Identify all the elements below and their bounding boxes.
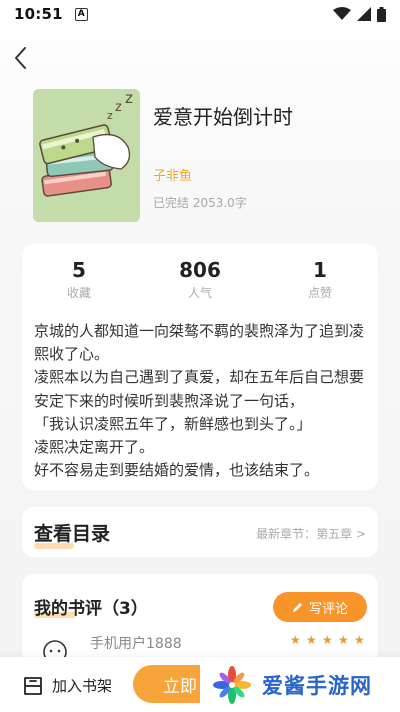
- star-icon: ★: [306, 633, 317, 647]
- bookshelf-icon: [24, 676, 42, 695]
- write-review-button[interactable]: 写评论: [273, 592, 367, 622]
- star-icon: ★: [354, 633, 365, 647]
- read-now-label: 立即: [163, 676, 197, 697]
- stat-popularity-value: 806: [179, 258, 221, 282]
- review-rating: ★ ★ ★ ★ ★: [290, 634, 366, 646]
- book-author[interactable]: 子非鱼: [153, 165, 192, 184]
- svg-text:z: z: [125, 89, 133, 107]
- star-icon: ★: [290, 633, 301, 647]
- status-bar: 10:51 A: [0, 0, 400, 28]
- stat-likes-label: 点赞: [307, 286, 332, 300]
- star-icon: ★: [338, 633, 349, 647]
- book-title: 爱意开始倒计时: [153, 105, 293, 129]
- back-button[interactable]: [10, 44, 34, 72]
- synopsis-line: 凌熙本以为自己遇到了真爱，却在五年后自己想要安定下来的时候听到裴煦泽说了一句话，: [34, 368, 365, 410]
- book-cover[interactable]: z z z: [33, 89, 140, 222]
- stat-favorites: 5 收藏: [29, 258, 129, 301]
- latest-chapter-link[interactable]: 最新章节：第五章 >: [256, 525, 366, 542]
- pinwheel-logo-icon: [213, 665, 251, 704]
- chevron-left-icon: [15, 47, 26, 69]
- stat-likes: 1 点赞: [270, 258, 370, 301]
- stat-favorites-value: 5: [72, 258, 86, 282]
- star-icon: ★: [322, 633, 333, 647]
- synopsis-line: 「我认识凌熙五年了，新鲜感也到头了。」: [34, 414, 312, 433]
- reviews-title: 我的书评（3）: [34, 599, 148, 619]
- cover-illustration: z z z: [33, 89, 140, 222]
- battery-icon: [377, 6, 386, 22]
- status-a-badge: A: [74, 7, 88, 21]
- watermark-text: 爱酱手游网: [262, 673, 372, 698]
- stat-favorites-label: 收藏: [66, 286, 91, 300]
- status-time: 10:51: [14, 5, 63, 23]
- synopsis-line: 凌熙决定离开了。: [34, 438, 155, 457]
- svg-text:z: z: [107, 109, 113, 122]
- stat-popularity: 806 人气: [150, 258, 250, 301]
- table-of-contents-card[interactable]: 查看目录 最新章节：第五章 >: [22, 507, 378, 557]
- book-info-card: 5 收藏 806 人气 1 点赞 京城的人都知道一向桀骜不羁的裴煦泽为了追到凌熙…: [22, 244, 378, 490]
- signal-icon: [357, 7, 371, 21]
- pencil-icon: [292, 603, 302, 612]
- synopsis-line: 好不容易走到要结婚的爱情，也该结束了。: [34, 461, 320, 480]
- book-meta: 已完结 2053.0字: [153, 196, 247, 210]
- add-to-shelf-button[interactable]: 加入书架: [22, 675, 112, 696]
- toc-title: 查看目录: [34, 523, 111, 545]
- synopsis: 京城的人都知道一向桀骜不羁的裴煦泽为了追到凌熙收了心。 凌熙本以为自己遇到了真爱…: [34, 320, 372, 482]
- stat-popularity-label: 人气: [187, 286, 212, 300]
- watermark: 爱酱手游网: [200, 657, 400, 712]
- synopsis-line: 京城的人都知道一向桀骜不羁的裴煦泽为了追到凌熙收了心。: [34, 322, 365, 364]
- stat-likes-value: 1: [313, 258, 327, 282]
- write-review-label: 写评论: [308, 601, 348, 617]
- add-to-shelf-label: 加入书架: [52, 677, 113, 695]
- svg-text:z: z: [115, 100, 122, 115]
- review-username: 手机用户1888: [90, 636, 182, 652]
- wifi-icon: [333, 7, 351, 20]
- status-icons: [333, 6, 386, 22]
